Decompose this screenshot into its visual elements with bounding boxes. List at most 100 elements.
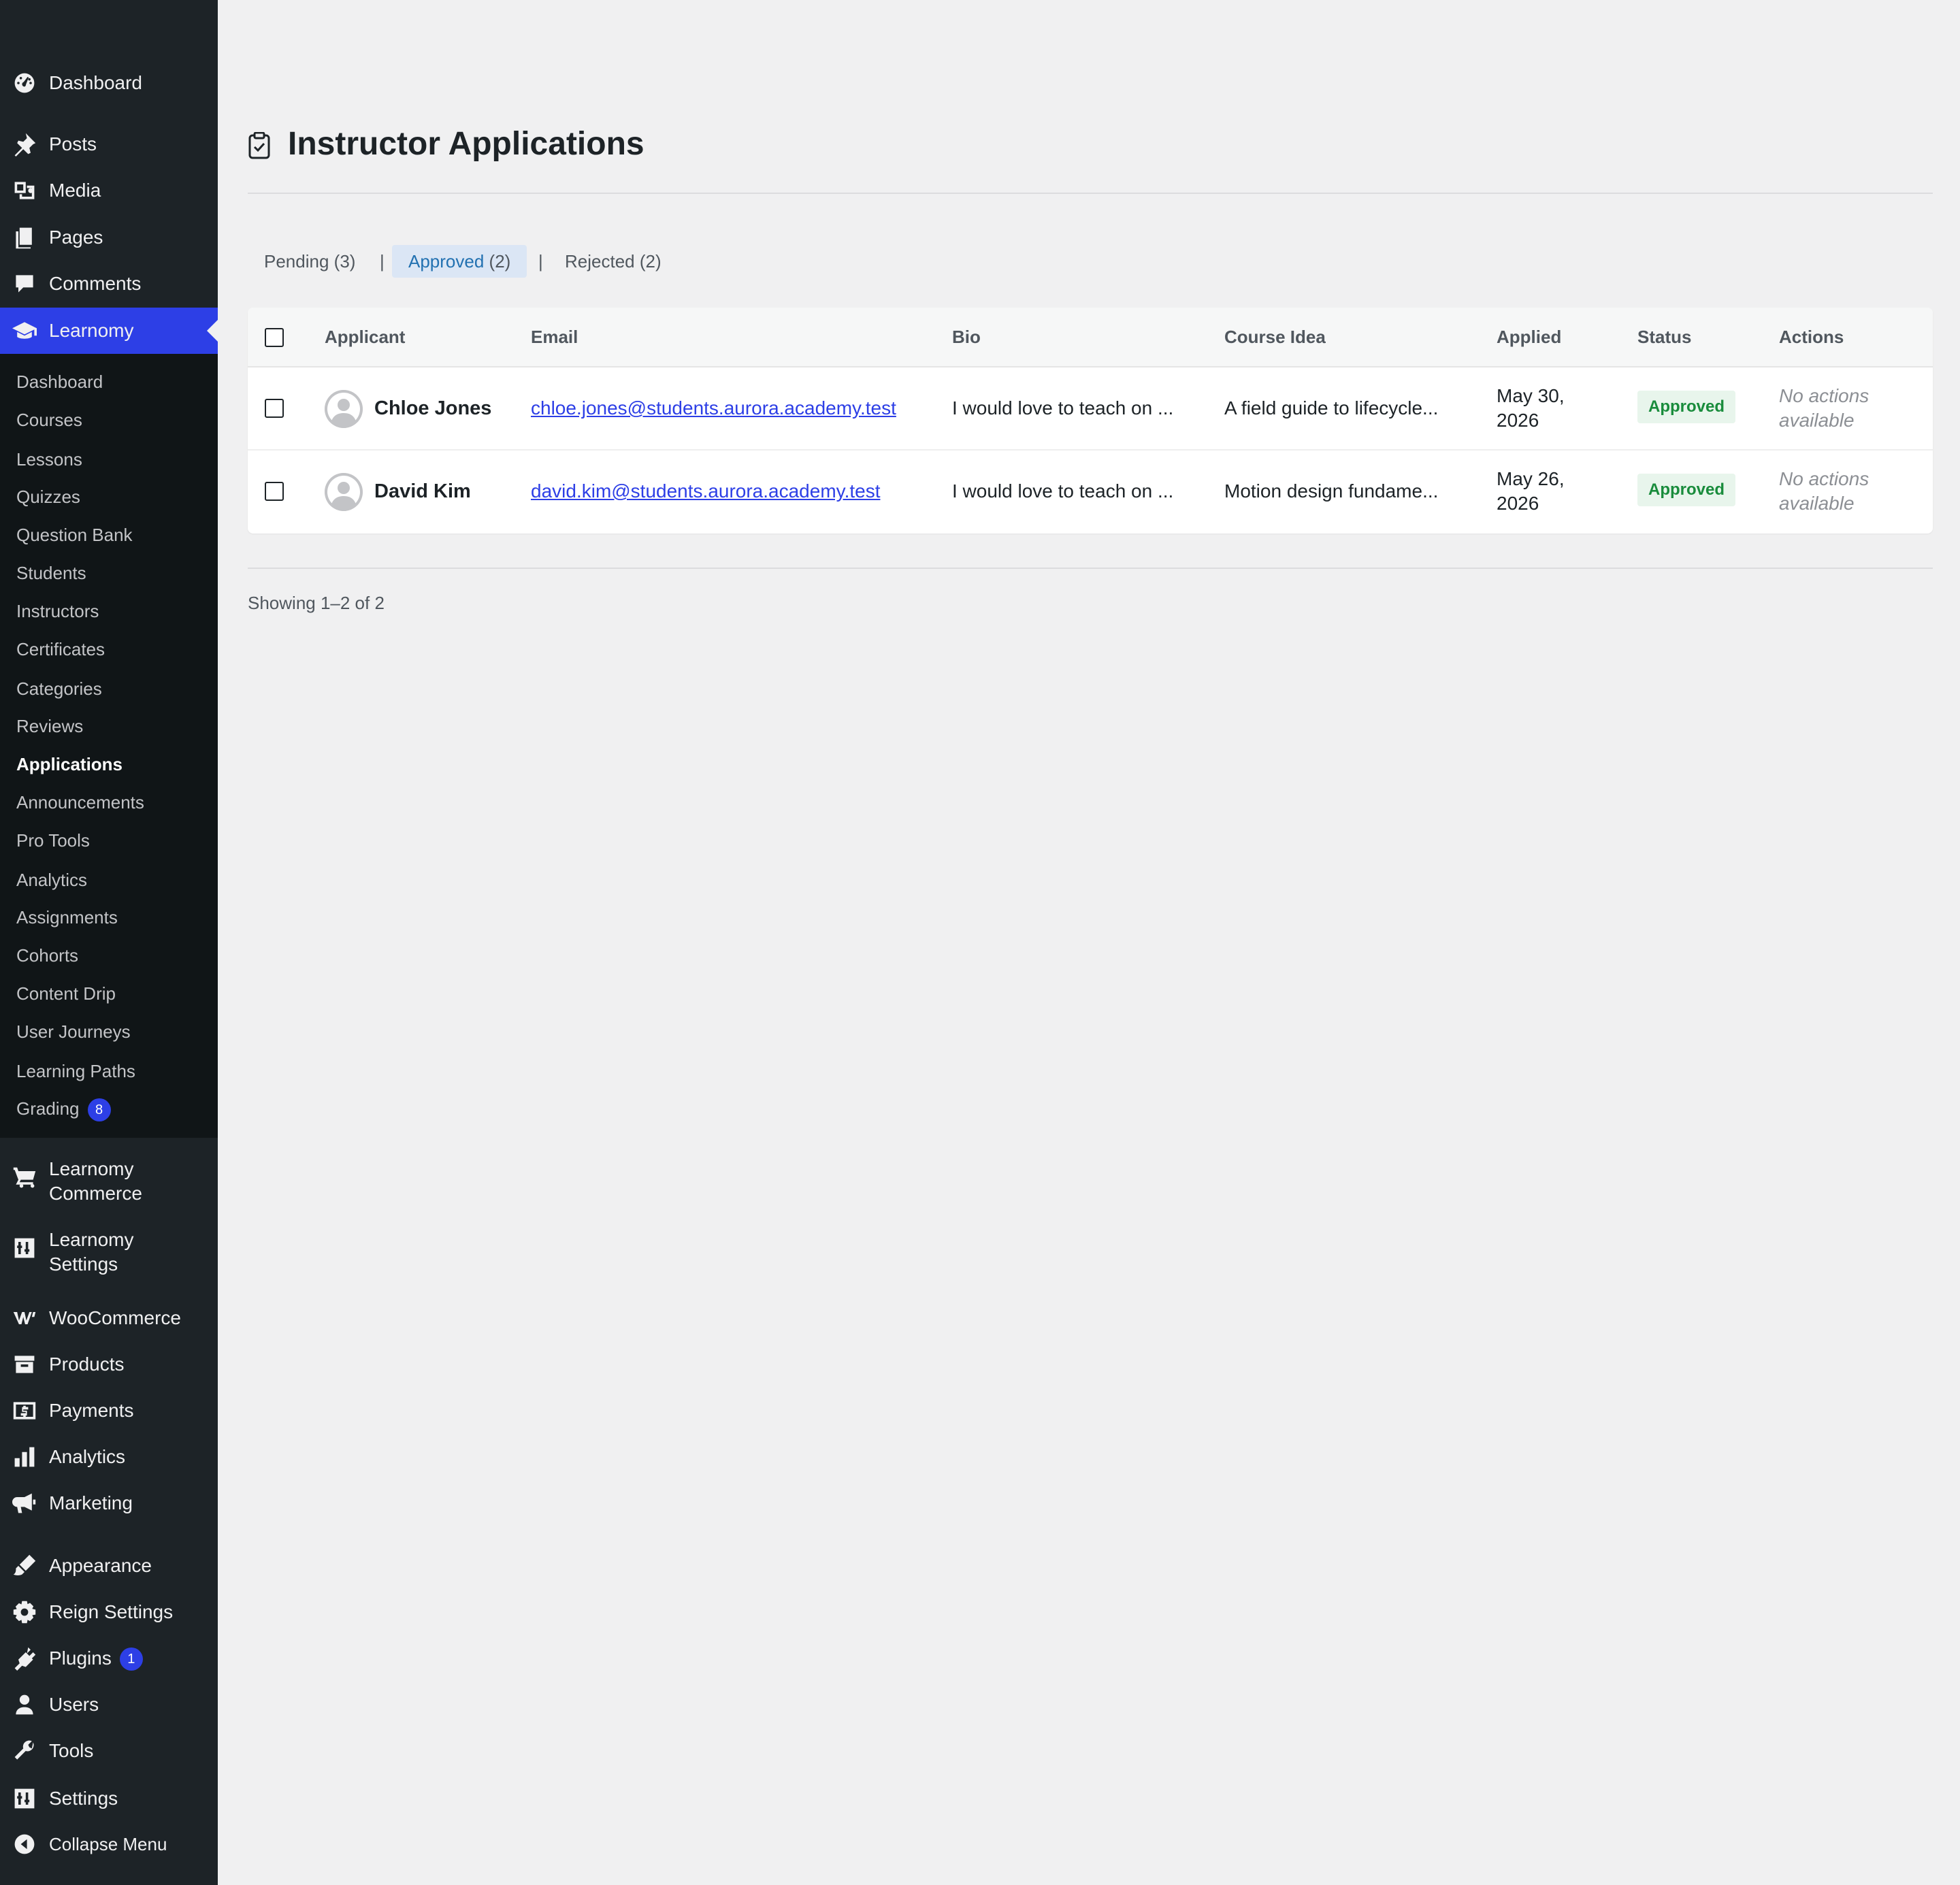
- clipboard-check-icon: [248, 131, 271, 159]
- column-header-bio[interactable]: Bio: [952, 308, 981, 366]
- column-header-course-idea[interactable]: Course Idea: [1224, 308, 1326, 366]
- menu-dashboard[interactable]: Dashboard: [0, 60, 218, 106]
- applied-date: May 26, 2026: [1497, 468, 1565, 514]
- avatar: [325, 390, 363, 428]
- menu-label: Payments: [49, 1400, 134, 1421]
- submenu-grading[interactable]: Grading 8: [16, 1097, 111, 1122]
- woocommerce-icon: [11, 1305, 38, 1332]
- menu-pages[interactable]: Pages: [0, 214, 218, 261]
- brush-icon: [11, 1552, 38, 1579]
- plugins-label: Plugins: [49, 1647, 112, 1669]
- submenu-pro-tools[interactable]: Pro Tools: [16, 829, 90, 852]
- wrench-icon: [11, 1737, 38, 1765]
- submenu-content-drip[interactable]: Content Drip: [16, 982, 116, 1005]
- tab-count: (3): [333, 251, 356, 272]
- submenu-question-bank[interactable]: Question Bank: [16, 523, 133, 546]
- menu-learnomy[interactable]: Learnomy: [0, 308, 218, 354]
- pagination-summary: Showing 1–2 of 2: [248, 593, 385, 613]
- archive-icon: [11, 1351, 38, 1378]
- menu-label: Media: [49, 180, 101, 201]
- tab-rejected[interactable]: Rejected (2): [549, 245, 678, 278]
- submenu-learning-paths[interactable]: Learning Paths: [16, 1060, 135, 1083]
- tab-separator: |: [538, 251, 543, 272]
- submenu-analytics[interactable]: Analytics: [16, 868, 87, 891]
- tab-label: Pending: [264, 251, 329, 272]
- menu-learnomy-settings[interactable]: Learnomy Settings: [0, 1219, 218, 1288]
- menu-label: Plugins 1: [49, 1646, 143, 1671]
- submenu-quizzes[interactable]: Quizzes: [16, 485, 80, 508]
- tab-label: Rejected: [565, 251, 635, 272]
- tab-pending[interactable]: Pending (3): [248, 245, 372, 278]
- tab-label: Approved: [408, 251, 485, 272]
- admin-sidebar: Dashboard Posts Media Pages Comments Lea…: [0, 0, 218, 1885]
- menu-label: Learnomy Settings: [49, 1229, 134, 1275]
- column-header-applicant[interactable]: Applicant: [325, 308, 405, 366]
- applicant-email-link[interactable]: chloe.jones@students.aurora.academy.test: [531, 367, 896, 449]
- tab-count: (2): [489, 251, 511, 272]
- submenu-instructors[interactable]: Instructors: [16, 600, 99, 623]
- menu-payments[interactable]: Payments: [0, 1388, 218, 1434]
- applicant-name: David Kim: [374, 480, 471, 502]
- submenu-announcements[interactable]: Announcements: [16, 791, 144, 814]
- submenu-assignments[interactable]: Assignments: [16, 906, 118, 929]
- menu-tools[interactable]: Tools: [0, 1728, 218, 1774]
- column-header-applied[interactable]: Applied: [1497, 308, 1561, 366]
- submenu-applications[interactable]: Applications: [16, 753, 122, 776]
- column-header-email[interactable]: Email: [531, 308, 578, 366]
- table-header: Applicant Email Bio Course Idea Applied …: [248, 308, 1933, 367]
- select-all-checkbox[interactable]: [265, 328, 284, 347]
- menu-plugins[interactable]: Plugins 1: [0, 1635, 218, 1682]
- menu-label: Pages: [49, 227, 103, 248]
- megaphone-icon: [11, 1490, 38, 1517]
- submenu-reviews[interactable]: Reviews: [16, 715, 83, 738]
- menu-marketing[interactable]: Marketing: [0, 1480, 218, 1526]
- table-footer-divider: [248, 568, 1933, 569]
- menu-posts[interactable]: Posts: [0, 121, 218, 167]
- applicant-name: Chloe Jones: [374, 397, 492, 419]
- submenu-courses[interactable]: Courses: [16, 408, 82, 431]
- menu-reign-settings[interactable]: Reign Settings: [0, 1589, 218, 1635]
- tab-separator: |: [380, 251, 385, 272]
- tab-approved[interactable]: Approved (2): [392, 245, 527, 278]
- applicant-course-idea: A field guide to lifecycle...: [1224, 397, 1439, 419]
- table-row: Chloe Jones chloe.jones@students.aurora.…: [248, 367, 1933, 450]
- menu-label: WooCommerce: [49, 1307, 181, 1328]
- menu-settings[interactable]: Settings: [0, 1775, 218, 1822]
- menu-comments[interactable]: Comments: [0, 261, 218, 307]
- status-badge: Approved: [1637, 391, 1736, 423]
- menu-woocommerce[interactable]: WooCommerce: [0, 1295, 218, 1341]
- menu-users[interactable]: Users: [0, 1682, 218, 1728]
- row-checkbox[interactable]: [265, 399, 284, 418]
- comment-icon: [11, 270, 38, 297]
- menu-learnomy-commerce[interactable]: Learnomy Commerce: [0, 1149, 218, 1217]
- menu-appearance[interactable]: Appearance: [0, 1543, 218, 1589]
- menu-label: Dashboard: [49, 72, 142, 93]
- applicant-bio: I would love to teach on ...: [952, 480, 1174, 502]
- table-row: David Kim david.kim@students.aurora.acad…: [248, 450, 1933, 532]
- submenu-students[interactable]: Students: [16, 561, 86, 585]
- grading-count-badge: 8: [87, 1098, 111, 1122]
- gear-icon: [11, 1599, 38, 1626]
- submenu-lessons[interactable]: Lessons: [16, 448, 82, 471]
- menu-analytics[interactable]: Analytics: [0, 1434, 218, 1480]
- menu-products[interactable]: Products: [0, 1341, 218, 1388]
- menu-label: Posts: [49, 133, 97, 154]
- menu-label: Collapse Menu: [49, 1834, 167, 1854]
- pages-icon: [11, 224, 38, 251]
- menu-media[interactable]: Media: [0, 167, 218, 214]
- applicant-email-link[interactable]: david.kim@students.aurora.academy.test: [531, 450, 880, 532]
- collapse-menu-button[interactable]: Collapse Menu: [0, 1821, 218, 1867]
- submenu-certificates[interactable]: Certificates: [16, 638, 105, 661]
- menu-label: Users: [49, 1694, 99, 1715]
- column-header-status[interactable]: Status: [1637, 308, 1691, 366]
- submenu-cohorts[interactable]: Cohorts: [16, 944, 78, 967]
- plugin-icon: [11, 1645, 38, 1672]
- submenu-user-journeys[interactable]: User Journeys: [16, 1020, 131, 1043]
- submenu-dashboard[interactable]: Dashboard: [16, 370, 103, 393]
- row-checkbox[interactable]: [265, 482, 284, 501]
- menu-label: Learnomy: [49, 320, 134, 341]
- menu-label: Marketing: [49, 1492, 133, 1513]
- cart-icon: [11, 1164, 38, 1191]
- no-actions-text: No actions available: [1779, 385, 1869, 431]
- submenu-categories[interactable]: Categories: [16, 677, 102, 700]
